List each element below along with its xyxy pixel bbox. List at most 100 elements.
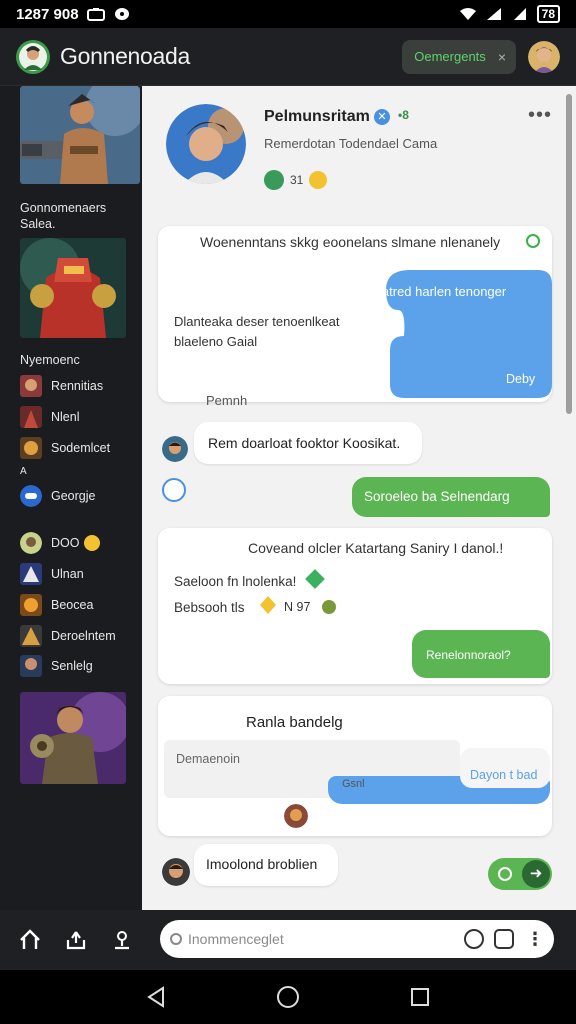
message-text: N 97 xyxy=(284,600,311,614)
avatar-icon xyxy=(20,532,42,554)
message-text: Rem doarloat fooktor Koosikat. xyxy=(208,435,401,451)
avatar xyxy=(162,436,188,462)
app-header: Gonnenoada Oemergents × xyxy=(0,28,576,86)
sidebar-item[interactable]: Deroelntem xyxy=(20,624,116,648)
stat-value: 31 xyxy=(290,173,304,187)
sidebar: Gonnomenaers Salea. Nyemoenc Rennitias N… xyxy=(0,86,142,910)
emoji-icon xyxy=(309,171,328,189)
chip-label: Oemergents xyxy=(414,49,486,64)
share-icon[interactable] xyxy=(62,926,90,954)
close-icon[interactable]: × xyxy=(498,49,506,65)
sidebar-section-title: Gonnomenaers Salea. xyxy=(20,201,107,231)
sent-message: Soroeleo ba Selnendarg xyxy=(352,477,550,517)
system-navigation xyxy=(0,970,576,1024)
profile-count: •8 xyxy=(398,108,409,122)
game-character-icon xyxy=(20,625,42,647)
sidebar-item-label: Georgje xyxy=(51,489,96,503)
message-text: Pemnh xyxy=(206,393,248,408)
game-character-icon xyxy=(20,655,42,677)
send-button[interactable]: ➜ xyxy=(488,858,552,890)
sidebar-item[interactable]: Beocea xyxy=(20,593,93,617)
sidebar-item-label: DOO xyxy=(51,536,80,550)
avatar xyxy=(162,858,190,886)
sidebar-item[interactable]: Georgje xyxy=(20,484,95,508)
game-character-icon xyxy=(20,563,42,585)
bottom-toolbar: ⋮ xyxy=(0,910,576,970)
message-text: Soroeleo ba Selnendarg xyxy=(364,489,510,504)
sidebar-item[interactable]: DOO xyxy=(20,531,101,555)
game-character-icon xyxy=(20,406,42,428)
back-icon[interactable] xyxy=(145,986,167,1008)
location-pin-icon[interactable] xyxy=(108,926,136,954)
received-message: Imoolond broblien xyxy=(194,844,338,886)
signal-icon xyxy=(513,8,526,20)
profile-avatar-large[interactable] xyxy=(166,104,246,184)
app-title: Gonnenoada xyxy=(60,43,191,69)
game-artwork[interactable] xyxy=(20,692,126,784)
message-text: Beatred harlen tenonger xyxy=(366,284,507,299)
message-text: Coveand olcler Katartang Saniry I danol.… xyxy=(248,540,504,556)
profile-subtitle: Remerdotan Todendael Cama xyxy=(264,136,438,151)
filter-chip[interactable]: Oemergents × xyxy=(402,39,516,74)
signal-icon xyxy=(486,8,501,20)
sidebar-item-label: Rennitias xyxy=(51,379,104,393)
message-text: Renelonnoraol? xyxy=(426,648,511,662)
refresh-icon xyxy=(498,867,512,881)
message-text: Dlanteaka deser tenoenlkeat blaeleno Gai… xyxy=(174,314,340,349)
avatar xyxy=(284,804,308,828)
status-bar: 1287 908 78 xyxy=(0,0,576,28)
message-text: Saeloon fn lnolenka! xyxy=(174,574,297,589)
app-screen: 1287 908 78 Gonnenoada Oemergents × Gonn… xyxy=(0,0,576,1024)
message-text: Ranla bandelg xyxy=(246,714,343,731)
search-icon xyxy=(170,933,182,945)
message-text: Bebsooh tls xyxy=(174,600,245,615)
message-text: Gsnl xyxy=(342,778,365,790)
sidebar-item-label: Senlelg xyxy=(51,659,93,673)
clock: 1287 908 xyxy=(16,5,79,23)
message-text: Deby xyxy=(506,372,536,386)
game-artwork[interactable] xyxy=(20,86,140,184)
sidebar-item[interactable]: Senlelg xyxy=(20,654,93,678)
sidebar-item-label: Ulnan xyxy=(51,567,84,581)
message-text: Demaenoin xyxy=(176,752,240,766)
more-options-icon[interactable]: ••• xyxy=(528,104,552,127)
more-vertical-icon[interactable]: ⋮ xyxy=(526,929,544,950)
message-text: Dayon t bad xyxy=(470,768,538,782)
sticker-icon[interactable] xyxy=(494,929,514,949)
battery-indicator: 78 xyxy=(536,5,560,23)
emoji-icon xyxy=(322,600,336,614)
message-text: Imoolond broblien xyxy=(206,856,318,872)
user-avatar[interactable] xyxy=(16,39,50,74)
sent-message: Renelonnoraol? xyxy=(412,630,550,678)
profile-name: Pelmunsritam xyxy=(264,108,370,125)
sidebar-item-label: Nlenl xyxy=(51,410,80,424)
sidebar-item-label: Sodemlcet xyxy=(51,441,111,455)
message-composer[interactable]: ⋮ xyxy=(160,920,554,958)
stray-mark: A xyxy=(20,466,27,477)
message-text: Woenenntans skkg eoonelans slmane nlenan… xyxy=(200,234,501,250)
message-icon xyxy=(114,8,129,20)
arrow-right-icon: ➜ xyxy=(522,860,550,888)
home-icon[interactable] xyxy=(16,926,44,954)
message-input[interactable] xyxy=(188,931,464,947)
recents-icon[interactable] xyxy=(409,986,431,1008)
game-character-icon xyxy=(20,437,42,459)
profile-avatar[interactable] xyxy=(528,40,560,73)
emoji-icon[interactable] xyxy=(464,929,484,949)
controller-icon xyxy=(20,485,42,507)
game-character-icon xyxy=(20,594,42,616)
sidebar-item[interactable]: Ulnan xyxy=(20,562,84,586)
check-icon xyxy=(526,234,540,248)
sidebar-item-label: Deroelntem xyxy=(51,629,116,643)
camera-icon xyxy=(86,8,105,21)
profile-stat: 31 xyxy=(264,170,328,190)
verified-icon: ✕ xyxy=(374,109,390,125)
game-artwork[interactable] xyxy=(20,238,126,338)
sidebar-item[interactable]: Rennitias xyxy=(20,374,103,398)
scrollbar[interactable] xyxy=(566,94,572,414)
sidebar-item[interactable]: Nlenl xyxy=(20,405,80,429)
wifi-icon xyxy=(459,8,476,20)
location-icon[interactable] xyxy=(162,478,186,502)
sidebar-item[interactable]: Sodemlcet xyxy=(20,436,110,460)
home-button-icon[interactable] xyxy=(276,985,300,1009)
